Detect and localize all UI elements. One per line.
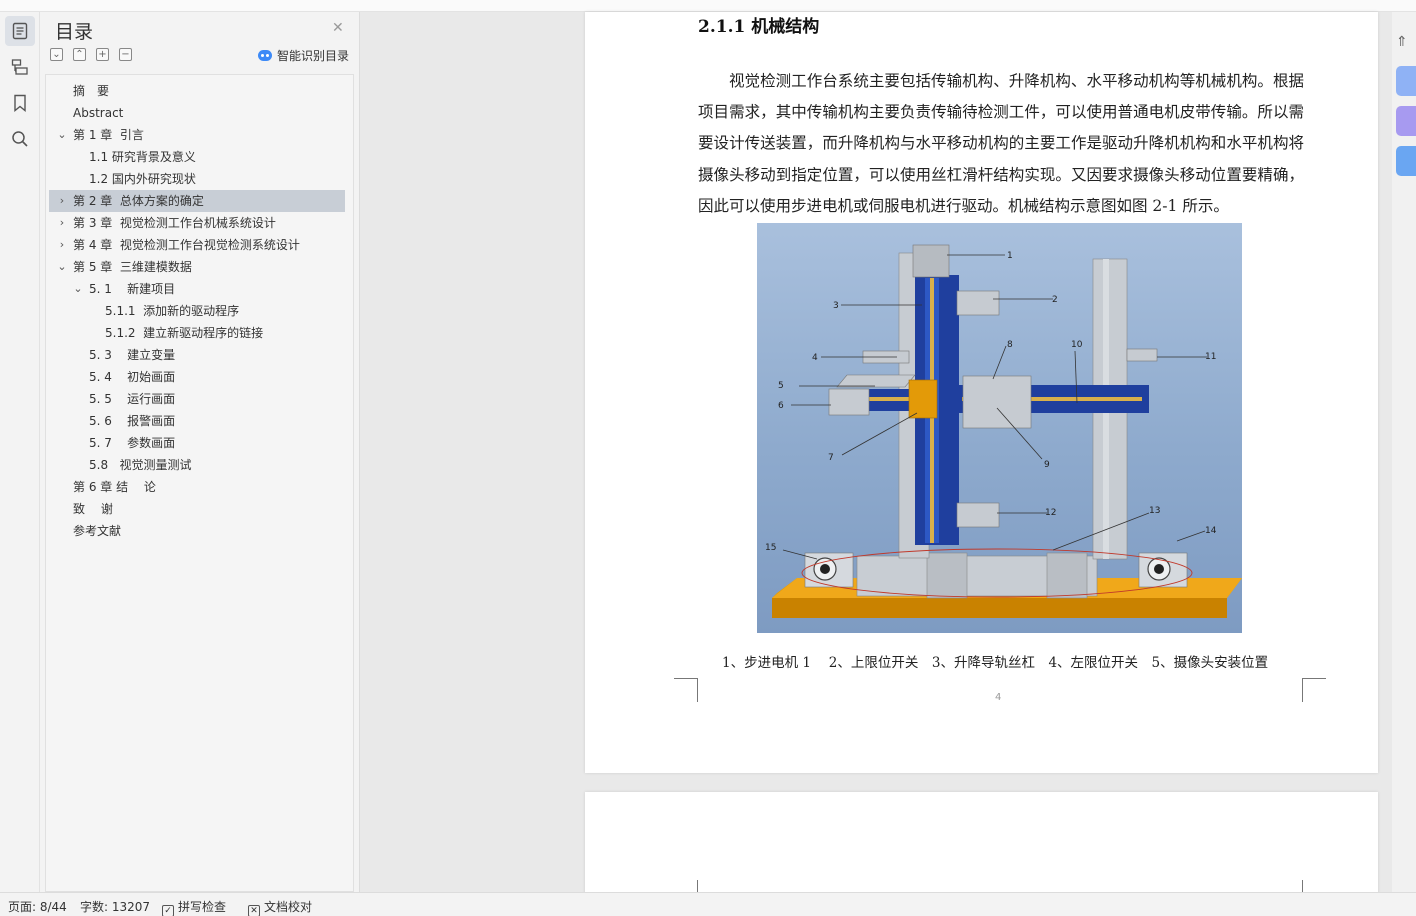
chevron-down-icon[interactable]: ⌄ [57,124,67,146]
figure-label: 15 [765,543,776,553]
right-tool-rail: ⇑ [1392,12,1416,892]
toc-item[interactable]: ⌄ 第 5 章 三维建模数据 [57,256,353,278]
toc-item[interactable]: › 第 3 章 视觉检测工作台机械系统设计 [57,212,353,234]
chevron-down-icon[interactable]: ⌄ [57,256,67,278]
toc-item[interactable]: 1.1 研究背景及意义 [89,146,196,168]
expand-all-icon[interactable]: ⌃ [73,48,86,61]
collapse-all-icon[interactable]: ⌄ [50,48,63,61]
assistant-tool-button[interactable] [1396,106,1416,136]
figure-label: 7 [828,453,834,463]
chevron-down-icon[interactable]: ⌄ [73,278,83,300]
figure-label: 6 [778,401,784,411]
figure-label: 10 [1071,340,1083,350]
toc-item[interactable]: 5.1.1 添加新的驱动程序 [105,300,239,322]
status-bar: 页面: 8/44 字数: 13207 ✓ 拼写检查 ✕ 文档校对 [0,892,1416,916]
figure-label: 11 [1205,352,1216,362]
toc-item[interactable]: › 第 4 章 视觉检测工作台视觉检测系统设计 [57,234,353,256]
toc-item[interactable]: 5. 5 运行画面 [89,388,175,410]
assistant-tool-button[interactable] [1396,146,1416,176]
page-number: 4 [995,692,1002,703]
toc-item[interactable]: ⌄ 第 1 章 引言 [57,124,353,146]
toc-item[interactable]: 5. 6 报警画面 [89,410,175,432]
remove-icon[interactable]: − [119,48,132,61]
toc-panel: 目录 ✕ ⌄ ⌃ + − 智能识别目录 摘 要 Abstract ⌄ 第 1 章 … [40,12,360,892]
figure-label: 4 [812,353,818,363]
left-icon-rail [0,12,40,892]
document-page-next [585,792,1378,904]
toc-item[interactable]: 摘 要 [73,80,109,102]
toc-toolbar: ⌄ ⌃ + − [50,48,132,61]
figure-label: 8 [1007,340,1013,350]
close-icon[interactable]: ✕ [332,20,344,36]
chevron-right-icon[interactable]: › [57,234,67,256]
figure-label: 1 [1007,251,1013,261]
assistant-tool-button[interactable] [1396,66,1416,96]
toc-item[interactable]: 第 6 章 结 论 [73,476,156,498]
toc-item[interactable]: 5. 4 初始画面 [89,366,175,388]
figure-label: 13 [1149,506,1160,516]
toc-item[interactable]: 参考文献 [73,520,121,542]
outline-icon[interactable] [5,52,35,82]
bookmark-icon[interactable] [5,88,35,118]
checkbox-icon: ✓ [162,905,174,916]
chevron-right-icon[interactable]: › [57,190,67,212]
body-paragraph: 视觉检测工作台系统主要包括传输机构、升降机构、水平移动机构等机械机构。根据项目需… [698,72,1304,215]
word-count: 字数: 13207 [80,900,151,914]
toc-item[interactable]: 致 谢 [73,498,113,520]
toc-item[interactable]: 5. 3 建立变量 [89,344,175,366]
toc-item[interactable]: 5.8 视觉测量测试 [89,454,192,476]
figure-label: 12 [1045,508,1056,518]
figure-label: 9 [1044,460,1050,470]
page-margin-mark [674,678,698,702]
figure-label: 3 [833,301,839,311]
toc-list: 摘 要 Abstract ⌄ 第 1 章 引言 1.1 研究背景及意义 1.2 国… [45,74,354,892]
ai-toc-button[interactable]: 智能识别目录 [258,47,349,64]
spell-check-button[interactable]: ✓ 拼写检查 [162,898,226,916]
toc-item[interactable]: 1.2 国内外研究现状 [89,168,196,190]
toc-title: 目录 [55,21,94,43]
toc-item-selected[interactable]: › 第 2 章 总体方案的确定 [49,190,345,212]
add-icon[interactable]: + [96,48,109,61]
document-page: 2.1.1 机械结构 视觉检测工作台系统主要包括传输机构、升降机构、水平移动机构… [585,12,1378,773]
page-counter: 页面: 8/44 [8,900,67,914]
ai-icon [258,50,272,61]
chevron-right-icon[interactable]: › [57,212,67,234]
section-heading: 2.1.1 机械结构 [698,17,820,37]
toc-item[interactable]: Abstract [73,102,123,124]
top-toolbar-strip [0,0,1416,12]
ai-toc-label: 智能识别目录 [277,49,350,63]
toc-item[interactable]: ⌄ 5. 1 新建项目 [73,278,333,300]
search-icon[interactable] [5,124,35,154]
proofread-button[interactable]: ✕ 文档校对 [248,898,312,916]
mechanical-structure-figure: 1 2 3 4 5 6 7 8 9 10 11 12 13 14 15 [757,223,1242,633]
proofread-icon: ✕ [248,905,260,916]
page-margin-mark [1302,678,1326,702]
figure-caption: 1、步进电机 1 2、上限位开关 3、升降导轨丝杠 4、左限位开关 5、摄像头安… [722,655,1269,671]
toc-item[interactable]: 5.1.2 建立新驱动程序的链接 [105,322,263,344]
toc-icon[interactable] [5,16,35,46]
figure-label: 2 [1052,295,1058,305]
toc-item[interactable]: 5. 7 参数画面 [89,432,175,454]
collapse-up-icon[interactable]: ⇑ [1396,34,1408,50]
figure-label: 14 [1205,526,1217,536]
figure-label: 5 [778,381,784,391]
